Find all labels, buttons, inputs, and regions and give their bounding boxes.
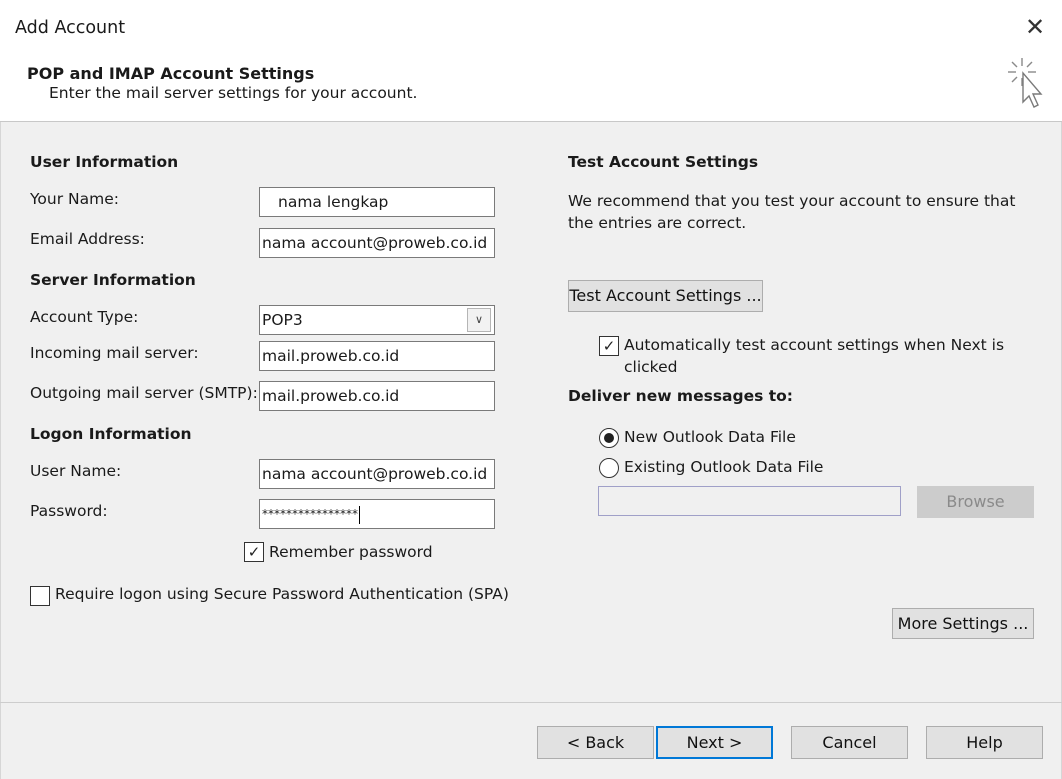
close-icon[interactable]: ✕ — [1022, 14, 1048, 40]
outgoing-server-label: Outgoing mail server (SMTP): — [30, 384, 258, 402]
user-name-label: User Name: — [30, 462, 122, 480]
incoming-server-field[interactable]: mail.proweb.co.id — [259, 341, 495, 371]
account-type-label: Account Type: — [30, 308, 139, 326]
page-title: POP and IMAP Account Settings — [27, 64, 315, 83]
help-button[interactable]: Help — [926, 726, 1043, 759]
your-name-label: Your Name: — [30, 190, 119, 208]
test-account-settings-button[interactable]: Test Account Settings ... — [568, 280, 763, 312]
outgoing-server-value: mail.proweb.co.id — [262, 387, 400, 405]
password-label: Password: — [30, 502, 108, 520]
auto-test-label: Automatically test account settings when… — [624, 336, 1005, 376]
deliver-messages-heading: Deliver new messages to: — [568, 387, 793, 405]
chevron-down-icon[interactable]: ∨ — [467, 308, 491, 332]
remember-password-label: Remember password — [269, 543, 433, 561]
email-address-value: nama account@proweb.co.id — [262, 234, 488, 252]
account-type-value: POP3 — [262, 311, 303, 329]
spa-checkbox[interactable] — [30, 586, 50, 606]
your-name-value: nama lengkap — [278, 193, 389, 211]
new-data-file-radio[interactable] — [599, 428, 619, 448]
dialog-header — [0, 0, 1062, 122]
existing-data-file-radio[interactable] — [599, 458, 619, 478]
outgoing-server-field[interactable]: mail.proweb.co.id — [259, 381, 495, 411]
page-subtitle: Enter the mail server settings for your … — [49, 84, 418, 102]
your-name-field[interactable]: nama lengkap — [259, 187, 495, 217]
email-address-field[interactable]: nama account@proweb.co.id — [259, 228, 495, 258]
next-button[interactable]: Next > — [656, 726, 773, 759]
incoming-server-label: Incoming mail server: — [30, 344, 199, 362]
window-title: Add Account — [15, 18, 126, 38]
existing-data-file-label: Existing Outlook Data File — [624, 458, 824, 476]
spa-label: Require logon using Secure Password Auth… — [55, 585, 509, 603]
incoming-server-value: mail.proweb.co.id — [262, 347, 400, 365]
text-cursor — [359, 505, 360, 524]
email-address-label: Email Address: — [30, 230, 145, 248]
user-name-value: nama account@proweb.co.id — [262, 465, 488, 483]
remember-password-checkbox[interactable]: ✓ — [244, 542, 264, 562]
sparkle-cursor-icon — [1008, 58, 1043, 108]
more-settings-button[interactable]: More Settings ... — [892, 608, 1034, 639]
auto-test-checkbox[interactable]: ✓ — [599, 336, 619, 356]
radio-selected-dot — [604, 433, 614, 443]
browse-button[interactable]: Browse — [917, 486, 1034, 518]
new-data-file-label: New Outlook Data File — [624, 428, 796, 446]
password-field[interactable]: **************** — [259, 499, 495, 529]
logon-information-heading: Logon Information — [30, 425, 192, 443]
back-button[interactable]: < Back — [537, 726, 654, 759]
cancel-button[interactable]: Cancel — [791, 726, 908, 759]
password-value: **************** — [262, 507, 358, 521]
server-information-heading: Server Information — [30, 271, 196, 289]
account-type-select[interactable]: POP3 ∨ — [259, 305, 495, 335]
data-file-path-field[interactable] — [598, 486, 901, 516]
user-name-field[interactable]: nama account@proweb.co.id — [259, 459, 495, 489]
user-information-heading: User Information — [30, 153, 179, 171]
test-account-description: We recommend that you test your account … — [568, 192, 1016, 232]
test-account-heading: Test Account Settings — [568, 153, 759, 171]
